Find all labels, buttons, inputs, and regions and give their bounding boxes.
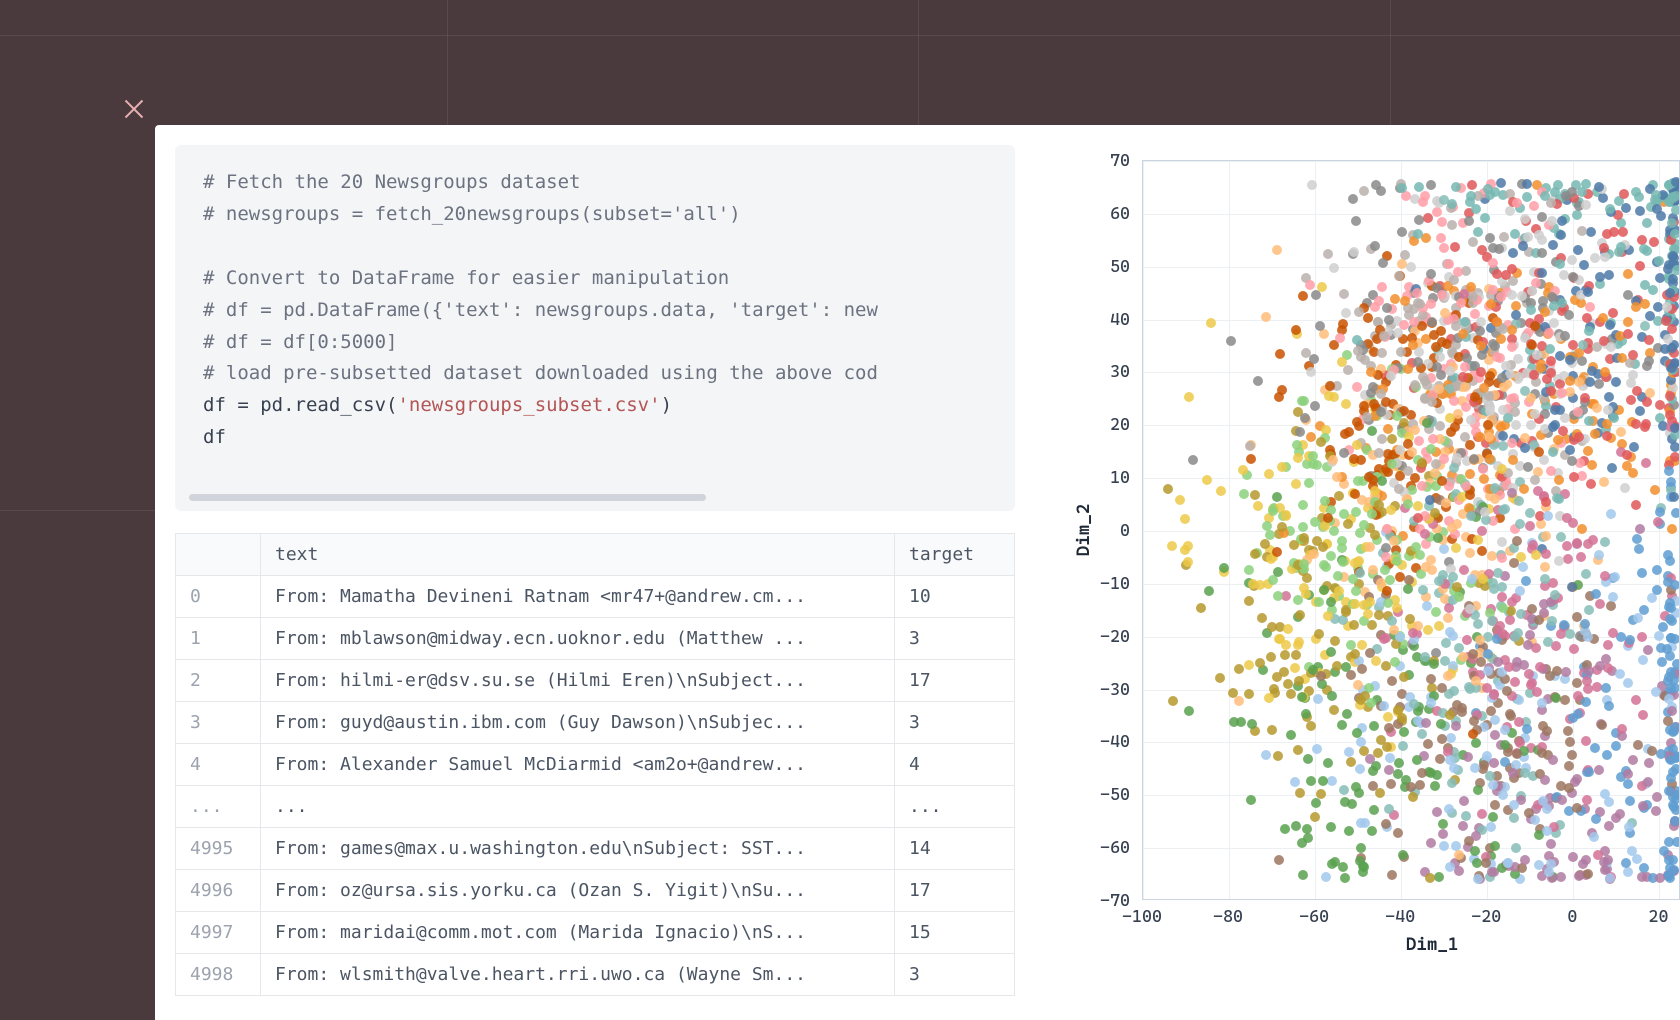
- y-tick: −40: [1060, 731, 1130, 751]
- row-index: 0: [176, 576, 261, 618]
- row-index: 2: [176, 660, 261, 702]
- row-target: 3: [895, 954, 1015, 996]
- horizontal-scrollbar[interactable]: [189, 494, 706, 501]
- table-row: 1From: mblawson@midway.ecn.uoknor.edu (M…: [176, 618, 1015, 660]
- table-row: 4997From: maridai@comm.mot.com (Marida I…: [176, 912, 1015, 954]
- y-tick: −30: [1060, 679, 1130, 699]
- row-text: From: hilmi-er@dsv.su.se (Hilmi Eren)\nS…: [261, 660, 895, 702]
- table-row: 4998From: wlsmith@valve.heart.rri.uwo.ca…: [176, 954, 1015, 996]
- row-text: From: games@max.u.washington.edu\nSubjec…: [261, 828, 895, 870]
- y-tick: −10: [1060, 573, 1130, 593]
- table-row: 4From: Alexander Samuel McDiarmid <am2o+…: [176, 744, 1015, 786]
- x-tick: −60: [1299, 906, 1329, 926]
- row-text: From: Mamatha Devineni Ratnam <mr47+@and…: [261, 576, 895, 618]
- col-header-target: target: [895, 534, 1015, 576]
- table-row: 4996From: oz@ursa.sis.yorku.ca (Ozan S. …: [176, 870, 1015, 912]
- row-text: From: wlsmith@valve.heart.rri.uwo.ca (Wa…: [261, 954, 895, 996]
- row-text: From: mblawson@midway.ecn.uoknor.edu (Ma…: [261, 618, 895, 660]
- row-index: 4: [176, 744, 261, 786]
- code-output-panel: # Fetch the 20 Newsgroups dataset# newsg…: [155, 125, 1015, 1020]
- x-tick: −40: [1385, 906, 1415, 926]
- row-target: 17: [895, 660, 1015, 702]
- plot-panel: Dim_2 −70−60−50−40−30−20−100102030405060…: [1015, 125, 1680, 1020]
- y-tick: 40: [1060, 309, 1130, 329]
- y-tick: 30: [1060, 361, 1130, 381]
- col-header-index: [176, 534, 261, 576]
- row-text: From: oz@ursa.sis.yorku.ca (Ozan S. Yigi…: [261, 870, 895, 912]
- y-tick: 0: [1060, 520, 1130, 540]
- y-tick: −70: [1060, 890, 1130, 910]
- close-icon[interactable]: [120, 95, 148, 123]
- plot-area: [1142, 160, 1680, 900]
- table-row: .........: [176, 786, 1015, 828]
- row-index: 4996: [176, 870, 261, 912]
- row-text: From: guyd@austin.ibm.com (Guy Dawson)\n…: [261, 702, 895, 744]
- x-tick: 0: [1567, 906, 1577, 926]
- row-index: ...: [176, 786, 261, 828]
- row-text: From: Alexander Samuel McDiarmid <am2o+@…: [261, 744, 895, 786]
- y-tick: 20: [1060, 414, 1130, 434]
- row-index: 4995: [176, 828, 261, 870]
- y-tick: −20: [1060, 626, 1130, 646]
- row-index: 3: [176, 702, 261, 744]
- notebook-window: # Fetch the 20 Newsgroups dataset# newsg…: [155, 125, 1680, 1020]
- x-tick: −100: [1122, 906, 1162, 926]
- row-text: ...: [261, 786, 895, 828]
- row-text: From: maridai@comm.mot.com (Marida Ignac…: [261, 912, 895, 954]
- row-target: 10: [895, 576, 1015, 618]
- row-target: 3: [895, 618, 1015, 660]
- scatter-chart: Dim_2 −70−60−50−40−30−20−100102030405060…: [1060, 160, 1680, 950]
- x-tick: −20: [1471, 906, 1501, 926]
- table-row: 3From: guyd@austin.ibm.com (Guy Dawson)\…: [176, 702, 1015, 744]
- x-tick: 20: [1649, 906, 1669, 926]
- row-index: 1: [176, 618, 261, 660]
- y-tick: 60: [1060, 203, 1130, 223]
- dataframe-output: text target 0From: Mamatha Devineni Ratn…: [175, 533, 1015, 996]
- y-tick: 70: [1060, 150, 1130, 170]
- table-row: 2From: hilmi-er@dsv.su.se (Hilmi Eren)\n…: [176, 660, 1015, 702]
- row-target: 15: [895, 912, 1015, 954]
- y-tick: 50: [1060, 256, 1130, 276]
- table-row: 4995From: games@max.u.washington.edu\nSu…: [176, 828, 1015, 870]
- row-index: 4997: [176, 912, 261, 954]
- table-row: 0From: Mamatha Devineni Ratnam <mr47+@an…: [176, 576, 1015, 618]
- y-tick: 10: [1060, 467, 1130, 487]
- x-axis-label: Dim_1: [1406, 934, 1459, 955]
- row-index: 4998: [176, 954, 261, 996]
- y-tick: −60: [1060, 837, 1130, 857]
- row-target: 14: [895, 828, 1015, 870]
- y-tick: −50: [1060, 784, 1130, 804]
- x-tick: −80: [1213, 906, 1243, 926]
- col-header-text: text: [261, 534, 895, 576]
- row-target: 3: [895, 702, 1015, 744]
- row-target: ...: [895, 786, 1015, 828]
- code-text: # Fetch the 20 Newsgroups dataset# newsg…: [203, 167, 987, 454]
- row-target: 17: [895, 870, 1015, 912]
- code-cell[interactable]: # Fetch the 20 Newsgroups dataset# newsg…: [175, 145, 1015, 511]
- row-target: 4: [895, 744, 1015, 786]
